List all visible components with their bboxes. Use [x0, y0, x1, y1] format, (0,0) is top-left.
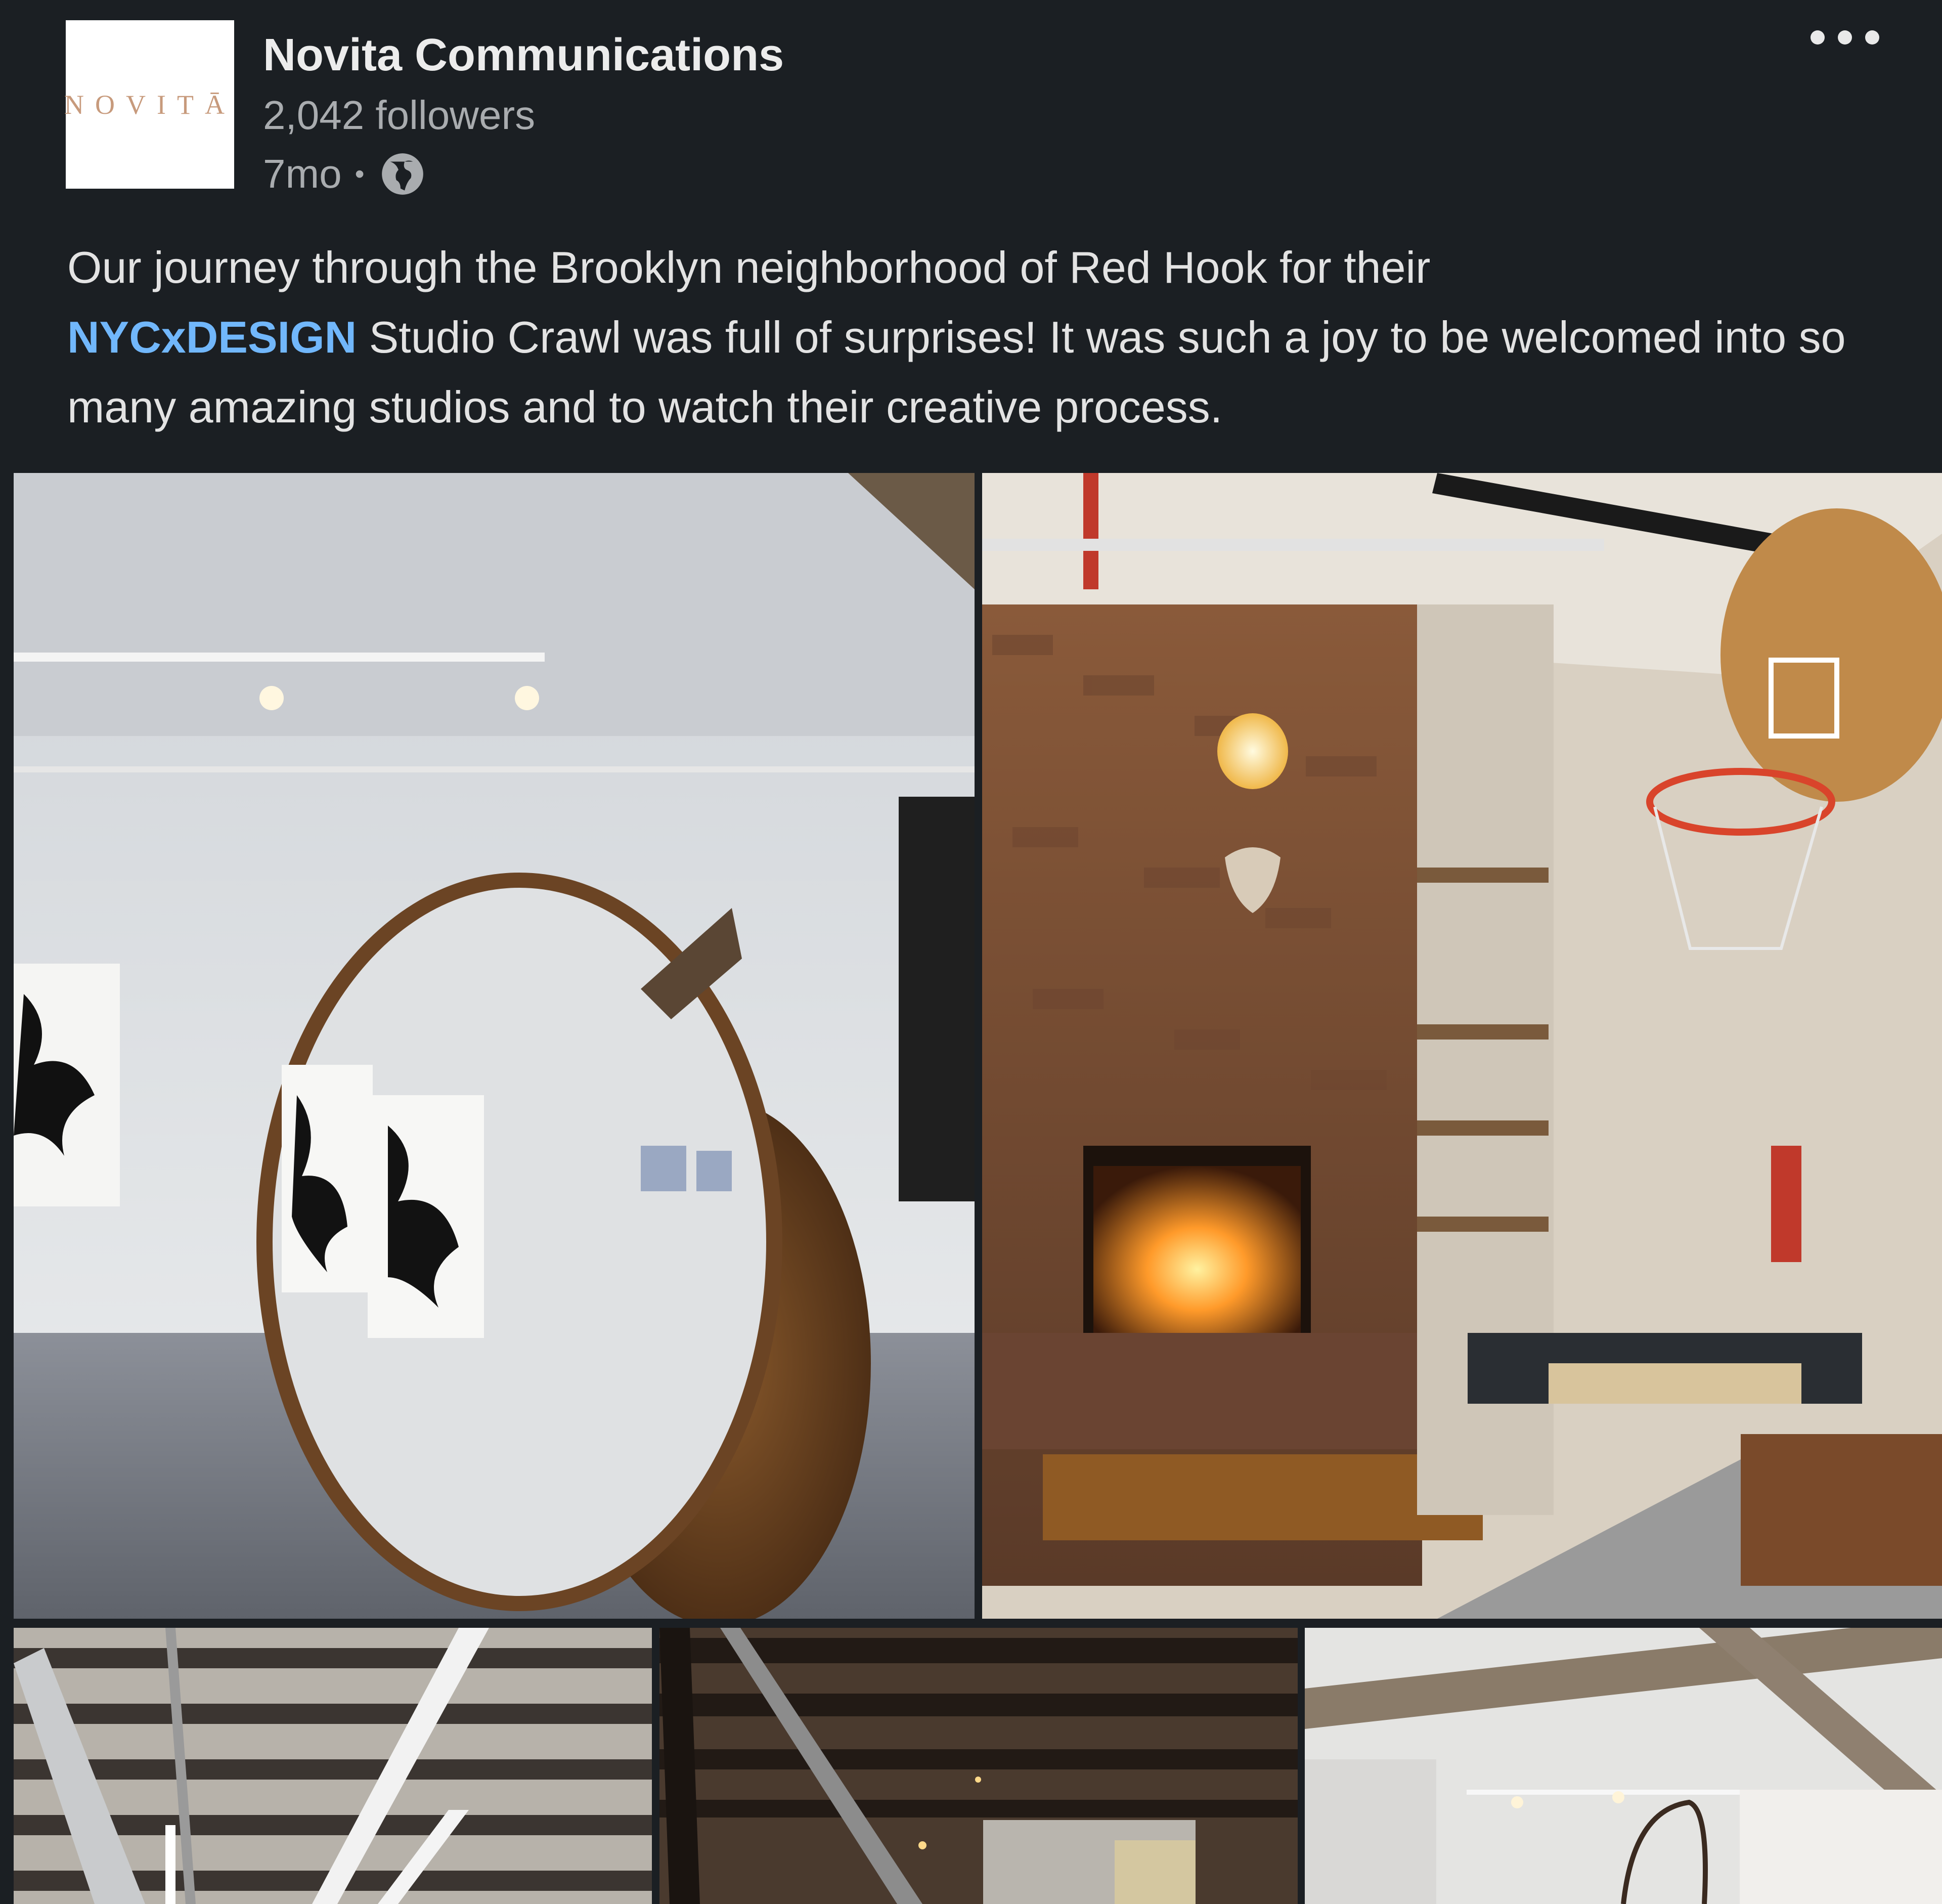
linkedin-post: NOVITĀ Novita Communications 2,042 follo…: [0, 0, 1942, 1904]
gallery-mirror-sculpture-photo[interactable]: [14, 473, 975, 1619]
dark-beam-ceiling-photo[interactable]: [659, 1628, 1298, 1904]
post-meta: 7mo •: [263, 149, 427, 199]
post-age: 7mo: [263, 151, 342, 196]
studio-fireplace-photo[interactable]: [982, 473, 1942, 1619]
company-logo[interactable]: NOVITĀ: [64, 20, 236, 189]
company-name[interactable]: Novita Communications: [263, 29, 784, 81]
gallery-hoop-photo[interactable]: [1305, 1628, 1942, 1904]
meta-separator: •: [355, 159, 365, 189]
more-dots-icon[interactable]: [1811, 30, 1879, 45]
follower-count: 2,042 followers: [263, 93, 536, 138]
caption-text-start: Our journey through the Brooklyn neighbo…: [67, 242, 1431, 292]
logo-wordmark: NOVITĀ: [64, 89, 236, 120]
post-caption: Our journey through the Brooklyn neighbo…: [67, 233, 1908, 442]
hashtag-link[interactable]: NYCxDESIGN: [67, 312, 357, 362]
studio-ceiling-photo[interactable]: [14, 1628, 652, 1904]
globe-icon: [378, 149, 427, 199]
